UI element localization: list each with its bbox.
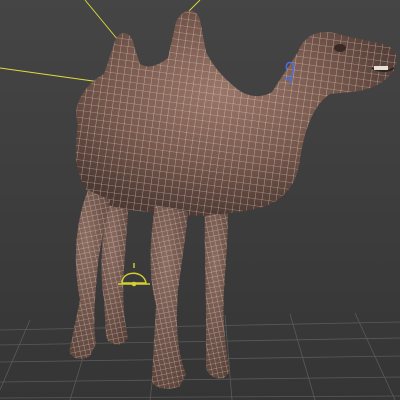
scene-canvas[interactable] — [0, 0, 400, 400]
camel-near-legs — [69, 190, 188, 389]
camel-eye — [334, 44, 346, 52]
camel-teeth — [374, 66, 388, 70]
3d-viewport[interactable] — [0, 0, 400, 400]
camel-body — [75, 10, 397, 216]
ground-grid — [0, 312, 400, 400]
